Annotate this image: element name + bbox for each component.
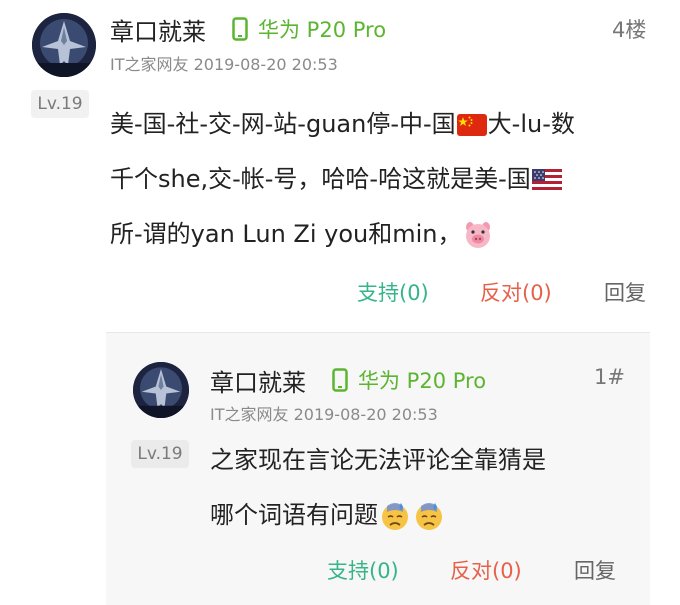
content-text: 美-国-社-交-网-站-guan停-中-国 [110, 110, 456, 138]
avatar-image [32, 13, 96, 77]
level-text: Lv.19 [137, 444, 183, 464]
level-text: Lv.19 [37, 94, 83, 114]
device-label: 华为 P20 Pro [332, 365, 486, 395]
content-line: 之家现在言论无法评论全靠猜是 [210, 446, 546, 474]
content-text: 哪个词语有问题 [210, 501, 378, 529]
support-button[interactable]: 支持(0) [357, 277, 429, 307]
china-flag-icon [456, 114, 487, 136]
reply-content: 之家现在言论无法评论全靠猜是 哪个词语有问题 [210, 433, 546, 543]
phone-icon [232, 17, 248, 41]
device-name: 华为 P20 Pro [258, 18, 387, 42]
level-badge: Lv.19 [31, 90, 89, 118]
content-text: 所-谓的yan Lun Zi you和min， [110, 220, 462, 248]
device-label: 华为 P20 Pro [232, 14, 386, 44]
floor-number: 1# [594, 365, 625, 389]
avatar[interactable] [133, 362, 189, 418]
content-line: 所-谓的yan Lun Zi you和min， [110, 207, 575, 262]
level-badge: Lv.19 [131, 440, 189, 468]
comment-page: 章口就莱 华为 P20 Pro 4楼 IT之家网友 2019-08-20 20:… [0, 0, 680, 605]
floor-number: 4楼 [612, 18, 647, 42]
oppose-button[interactable]: 反对(0) [480, 277, 552, 307]
content-text: 大-lu-数 [487, 110, 575, 138]
comment-meta: IT之家网友 2019-08-20 20:53 [110, 55, 338, 74]
reply-button[interactable]: 回复 [574, 555, 616, 585]
phone-icon [332, 368, 348, 392]
content-line: 美-国-社-交-网-站-guan停-中-国 大-lu-数 [110, 97, 575, 152]
reply-meta: IT之家网友 2019-08-20 20:53 [210, 405, 438, 424]
support-button[interactable]: 支持(0) [327, 555, 399, 585]
username[interactable]: 章口就莱 [110, 12, 206, 47]
sweat-face-icon [379, 500, 411, 532]
comment-content: 美-国-社-交-网-站-guan停-中-国 大-lu-数 千个she,交-帐-号，… [110, 97, 575, 262]
username[interactable]: 章口就莱 [210, 363, 306, 398]
sweat-face-icon [413, 500, 445, 532]
reply-button[interactable]: 回复 [604, 277, 646, 307]
content-line: 千个she,交-帐-号，哈哈-哈这就是美-国 [110, 152, 575, 207]
device-name: 华为 P20 Pro [358, 369, 487, 393]
oppose-button[interactable]: 反对(0) [450, 555, 522, 585]
content-line: 哪个词语有问题 [210, 488, 546, 543]
content-text: 千个she,交-帐-号，哈哈-哈这就是美-国 [110, 165, 531, 193]
avatar[interactable] [32, 13, 96, 77]
us-flag-icon [531, 169, 562, 191]
pig-face-icon [463, 220, 493, 250]
avatar-image [133, 362, 189, 418]
